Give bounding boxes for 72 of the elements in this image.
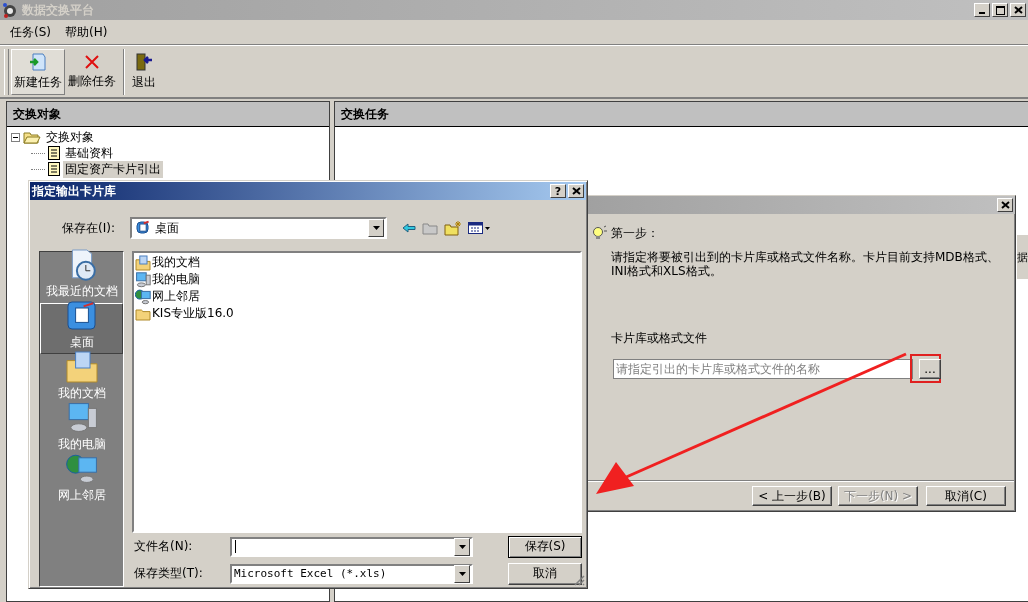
places-item[interactable]: 我的电脑	[40, 405, 123, 456]
cross-icon	[84, 54, 100, 70]
back-arrow-icon	[402, 223, 416, 233]
step-title: 第一步：	[611, 224, 659, 242]
panel-header: 交换任务	[335, 102, 1028, 127]
tree-item[interactable]: 交换对象	[44, 128, 96, 146]
column-header[interactable]: 据	[1016, 235, 1028, 279]
file-type-label: 保存类型(T):	[133, 565, 204, 582]
file-item[interactable]: 我的文档	[152, 254, 200, 271]
resize-grip-icon	[574, 575, 585, 586]
lightbulb-icon	[591, 225, 607, 241]
dropdown-value: Microsoft Excel (*.xls)	[233, 567, 387, 580]
folder-icon	[422, 221, 438, 235]
desktop-icon	[135, 220, 151, 236]
toolbar-button[interactable]: 新建任务	[11, 49, 65, 95]
open-folder-icon	[23, 130, 41, 144]
field-label: 卡片库或格式文件	[611, 330, 708, 347]
places-item[interactable]: 网上邻居	[40, 456, 123, 507]
document-icon	[48, 146, 60, 160]
door-arrow-icon	[135, 53, 153, 71]
folder-documents-icon	[65, 351, 98, 383]
view-menu-button[interactable]	[467, 220, 491, 236]
wizard-button[interactable]: 取消(C)	[926, 486, 1006, 506]
file-name-label: 文件名(N):	[133, 538, 194, 555]
app-logo-icon	[2, 2, 18, 18]
network-computer-icon	[65, 453, 98, 485]
dropdown-arrow-icon	[372, 226, 380, 230]
save-button[interactable]: 保存(S)	[508, 535, 582, 558]
menu-item[interactable]: 帮助(H)	[65, 23, 108, 41]
file-item[interactable]: 我的电脑	[152, 271, 200, 288]
back-button[interactable]	[401, 222, 417, 234]
file-type-dropdown[interactable]: Microsoft Excel (*.xls)	[230, 563, 473, 584]
desktop-icon	[65, 300, 98, 332]
dropdown-value: 桌面	[155, 219, 179, 237]
tree-item[interactable]: 固定资产卡片引出	[63, 160, 163, 178]
file-name-field[interactable]	[230, 536, 473, 557]
close-icon	[1000, 201, 1010, 209]
menu-item[interactable]: 任务(S)	[10, 23, 51, 41]
close-icon	[1013, 6, 1023, 14]
file-item[interactable]: 网上邻居	[152, 288, 200, 305]
dropdown-arrow-icon	[458, 544, 466, 549]
file-item[interactable]: KIS专业版16.0	[152, 305, 234, 322]
places-item[interactable]: 我最近的文档	[40, 252, 123, 303]
help-button[interactable]: ?	[550, 184, 566, 198]
toolbar-grip	[4, 49, 9, 95]
computer-icon	[135, 271, 151, 288]
places-item[interactable]: 我的文档	[40, 354, 123, 405]
places-item[interactable]: 桌面	[40, 303, 123, 354]
new-folder-icon	[444, 220, 462, 236]
toolbar-button[interactable]: 退出	[129, 49, 159, 95]
collapse-icon[interactable]	[11, 132, 20, 142]
dialog-title: 指定输出卡片库	[32, 182, 116, 200]
document-icon	[48, 162, 60, 176]
step-description: 请指定将要被引出到的卡片库或格式文件名称。卡片目前支持MDB格式、INI格式和XLS格式。	[611, 250, 1000, 278]
document-arrow-icon	[29, 53, 47, 71]
wizard-button[interactable]: < 上一步(B)	[752, 486, 832, 506]
folder-documents-icon	[135, 254, 151, 271]
toolbar-button[interactable]: 删除任务	[65, 49, 119, 95]
save-in-label: 保存在(I):	[61, 219, 116, 237]
location-dropdown[interactable]: 桌面	[130, 217, 387, 239]
close-button[interactable]	[568, 184, 584, 198]
cancel-button[interactable]: 取消	[508, 562, 582, 585]
browse-button[interactable]: ...	[919, 359, 941, 379]
list-view-icon	[468, 221, 490, 235]
close-icon	[571, 187, 581, 195]
new-folder-button[interactable]	[443, 219, 463, 237]
file-path-field[interactable]: 请指定引出的卡片库或格式文件的名称	[613, 359, 913, 379]
panel-header: 交换对象	[7, 102, 329, 127]
tree-item[interactable]: 基础资料	[63, 144, 115, 162]
maximize-icon	[995, 5, 1005, 15]
dropdown-arrow-icon	[458, 571, 466, 576]
network-computer-icon	[135, 288, 151, 305]
